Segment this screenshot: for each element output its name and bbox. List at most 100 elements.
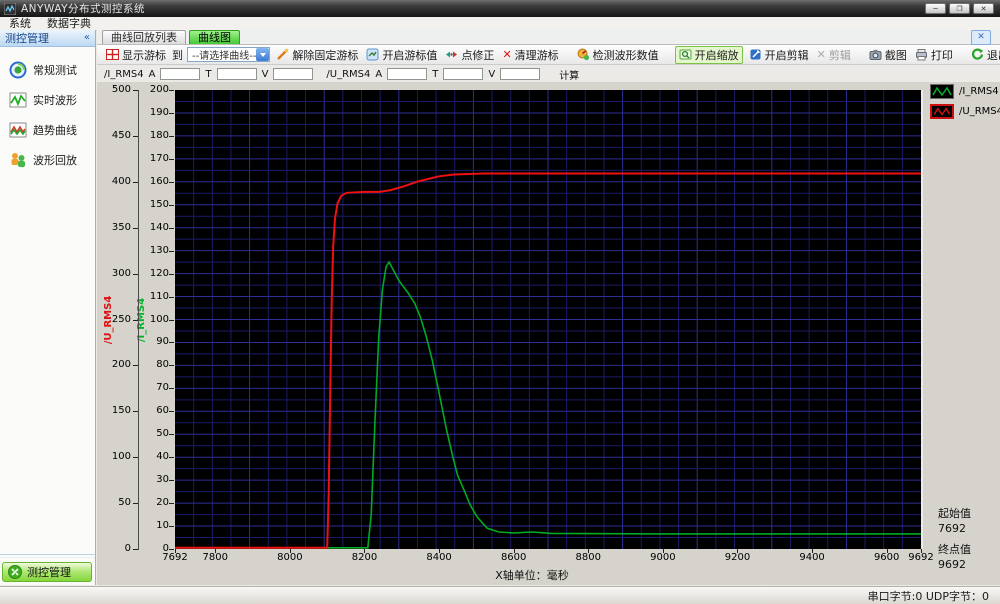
screenshot-label: 截图 [884,48,907,62]
show-cursor-button[interactable]: 显示游标 [104,46,168,64]
unit-t-label: T [432,68,439,80]
inner-y-tick [169,434,174,435]
wrench-icon [750,49,761,60]
unfix-cursor-label: 解除固定游标 [292,48,359,62]
inner-y-tick [169,503,174,504]
inner-y-tick [169,228,174,229]
exit-button[interactable]: 退出 [969,46,1000,64]
chevron-down-icon[interactable] [256,48,270,61]
outer-y-tick-label: 500 [111,84,131,95]
i-v-input[interactable] [273,68,314,80]
inner-y-tick-label: 150 [149,198,169,210]
sidebar-item-regular-test[interactable]: 常规测试 [0,55,95,85]
outer-y-tick [133,457,138,458]
cursor-value-button[interactable]: 开启游标值 [364,46,439,64]
curve-plot [175,90,921,549]
unfix-cursor-button[interactable]: 解除固定游标 [274,46,360,64]
curve-select[interactable]: --请选择曲线-- [187,47,271,62]
i-a-input[interactable] [160,68,201,80]
sidebar-splitter[interactable] [0,554,95,558]
clip-toggle-button[interactable]: 开启剪辑 [747,46,811,64]
sidebar-item-wave-replay[interactable]: 波形回放 [0,145,95,175]
i-t-input[interactable] [216,68,257,80]
cursor-value-icon [366,48,379,61]
inner-y-tick-label: 180 [149,129,169,141]
u-t-input[interactable] [443,68,484,80]
inner-y-tick [169,113,174,114]
detect-values-button[interactable]: 检测波形数值 [575,46,661,64]
outer-y-tick-label: 0 [124,543,131,554]
u-v-input[interactable] [500,68,541,80]
menu-bar: 系统 数据字典 [0,17,1000,31]
inner-y-tick [169,90,174,91]
show-cursor-label: 显示游标 [122,48,166,62]
legend-swatch-u [930,104,954,119]
sidebar-item-label: 常规测试 [33,64,77,77]
print-button[interactable]: 打印 [913,46,955,64]
inner-y-tick-label: 70 [156,382,169,394]
clear-cursor-button[interactable]: ✕ 清理游标 [500,46,560,64]
tab-close-button[interactable]: ✕ [971,30,991,45]
end-value-label: 终点值 [938,543,971,556]
x-axis-unit-label: X轴单位：毫秒 [495,569,569,582]
tab-bar: 曲线回放列表 曲线图 ✕ [97,30,1000,45]
inner-y-tick [169,342,174,343]
start-value-label: 起始值 [938,507,971,520]
legend-label: /U_RMS4 [959,106,1000,117]
sidebar-bottom-button-measure-manage[interactable]: 测控管理 [2,562,92,582]
x-tick-label: 8400 [426,552,452,563]
sidebar-item-realtime-wave[interactable]: 实时波形 [0,85,95,115]
minimize-button[interactable]: ─ [925,3,946,14]
x-tick-label: 9200 [724,552,751,563]
detect-values-label: 检测波形数值 [592,48,659,62]
u-a-input[interactable] [387,68,428,80]
x-tick-label: 9692 [908,552,934,563]
plot-area[interactable] [175,90,923,549]
maximize-button[interactable]: ❐ [949,3,970,14]
camera-icon [869,49,882,60]
end-value: 9692 [938,558,966,571]
sidebar-item-label: 实时波形 [33,94,77,107]
tab-curve-replay-list[interactable]: 曲线回放列表 [102,30,186,44]
wand-icon [277,48,289,60]
inner-y-tick-label: 200 [149,84,169,95]
close-button[interactable]: ✕ [973,3,994,14]
x-tick-label: 9400 [799,552,825,563]
point-fix-icon [446,51,458,58]
gray-x-icon: ✕ [816,48,826,61]
inner-y-tick-label: 110 [149,290,169,302]
sidebar: 测控管理 « 常规测试 实时波形 趋势曲线 波形回放 测控管理 [0,30,96,585]
exit-icon [971,48,984,60]
legend-swatch-i [930,84,954,99]
point-fix-button[interactable]: 点修正 [443,46,496,64]
exit-label: 退出 [986,48,1000,62]
calculate-button[interactable]: 计算 [559,67,579,82]
outer-y-tick [133,365,138,366]
outer-y-tick-label: 400 [111,175,131,187]
red-x-icon: ✕ [502,48,512,61]
x-tick-label: 8000 [277,552,303,563]
outer-y-tick-label: 100 [111,451,131,463]
collapse-sidebar-icon[interactable]: « [84,33,90,43]
tab-curve-chart[interactable]: 曲线图 [189,30,240,44]
outer-y-tick-label: 300 [111,267,131,279]
main-area: 曲线回放列表 曲线图 ✕ 显示游标 到 --请选择曲线-- 解除固定游标 开启游… [97,30,1000,585]
inner-y-tick [169,526,174,527]
menu-system[interactable]: 系统 [9,17,31,30]
measure-manage-icon [8,565,22,579]
legend-item-u[interactable]: /U_RMS4 [930,104,1000,119]
outer-y-axis-line [138,90,139,550]
legend-label: /I_RMS4 [959,86,999,97]
inner-y-tick [169,297,174,298]
unit-v-label: V [488,68,496,80]
zoom-toggle-button[interactable]: 开启缩放 [674,45,743,64]
inner-y-tick-label: 120 [149,267,169,279]
point-fix-label: 点修正 [461,48,495,62]
sidebar-item-trend-curve[interactable]: 趋势曲线 [0,115,95,145]
legend-item-i[interactable]: /I_RMS4 [930,84,1000,99]
menu-data-dictionary[interactable]: 数据字典 [47,17,91,30]
realtime-wave-icon [9,92,27,108]
screenshot-button[interactable]: 截图 [867,46,909,64]
inner-y-tick [169,136,174,137]
clear-cursor-label: 清理游标 [514,48,559,62]
